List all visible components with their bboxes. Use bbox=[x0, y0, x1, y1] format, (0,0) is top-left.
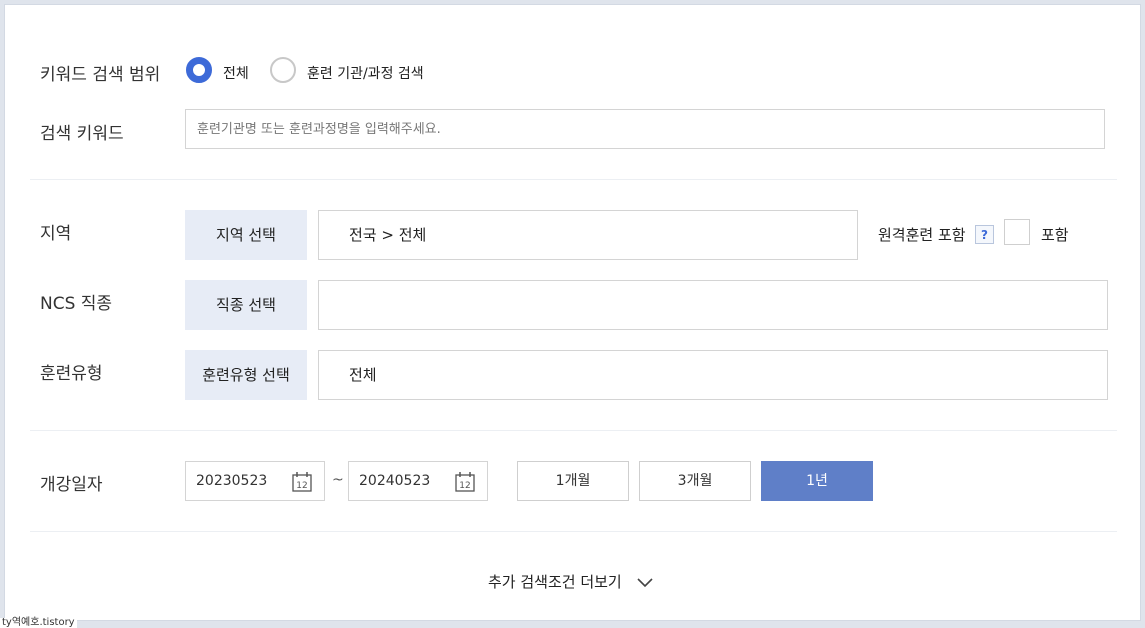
chevron-down-icon bbox=[636, 577, 653, 587]
end-date-value: 20240523 bbox=[359, 473, 431, 489]
radio-institution-course[interactable] bbox=[270, 57, 296, 83]
start-date-input[interactable]: 20230523 12 bbox=[185, 461, 325, 501]
ncs-value-field[interactable] bbox=[318, 280, 1108, 330]
ncs-label: NCS 직종 bbox=[40, 294, 113, 314]
training-type-select-button[interactable]: 훈련유형 선택 bbox=[185, 350, 307, 400]
end-date-input[interactable]: 20240523 12 bbox=[348, 461, 488, 501]
search-keyword-input[interactable] bbox=[185, 109, 1105, 149]
divider bbox=[30, 430, 1117, 431]
more-search-conditions-label: 추가 검색조건 더보기 bbox=[488, 573, 622, 591]
date-separator: ~ bbox=[332, 472, 344, 488]
calendar-icon-text: 12 bbox=[459, 481, 470, 491]
search-keyword-label: 검색 키워드 bbox=[40, 124, 124, 144]
period-1-month-button[interactable]: 1개월 bbox=[517, 461, 629, 501]
region-label: 지역 bbox=[40, 224, 72, 244]
training-type-value-field[interactable]: 전체 bbox=[318, 350, 1108, 400]
divider bbox=[30, 179, 1117, 180]
radio-institution-course-label[interactable]: 훈련 기관/과정 검색 bbox=[307, 63, 424, 83]
open-date-label: 개강일자 bbox=[40, 475, 103, 495]
training-type-label: 훈련유형 bbox=[40, 364, 103, 384]
region-select-button[interactable]: 지역 선택 bbox=[185, 210, 307, 260]
period-1-year-button[interactable]: 1년 bbox=[761, 461, 873, 501]
remote-training-label: 원격훈련 포함 bbox=[878, 226, 966, 244]
keyword-scope-label: 키워드 검색 범위 bbox=[40, 65, 161, 85]
ncs-select-button[interactable]: 직종 선택 bbox=[185, 280, 307, 330]
include-remote-checkbox[interactable] bbox=[1004, 219, 1030, 245]
radio-all-label[interactable]: 전체 bbox=[223, 63, 249, 83]
start-date-value: 20230523 bbox=[196, 473, 268, 489]
calendar-icon[interactable]: 12 bbox=[292, 471, 312, 493]
more-search-conditions-button[interactable]: 추가 검색조건 더보기 bbox=[488, 571, 653, 592]
region-value-field[interactable]: 전국 > 전체 bbox=[318, 210, 858, 260]
radio-all[interactable] bbox=[186, 57, 212, 83]
divider bbox=[30, 531, 1117, 532]
search-panel: 키워드 검색 범위 전체 훈련 기관/과정 검색 검색 키워드 지역 지역 선택… bbox=[4, 4, 1141, 621]
calendar-icon[interactable]: 12 bbox=[455, 471, 475, 493]
watermark: ty역예호.tistory bbox=[0, 617, 77, 628]
include-remote-checkbox-label[interactable]: 포함 bbox=[1041, 224, 1069, 245]
period-3-months-button[interactable]: 3개월 bbox=[639, 461, 751, 501]
calendar-icon-text: 12 bbox=[296, 481, 307, 491]
help-icon[interactable]: ? bbox=[975, 225, 994, 244]
